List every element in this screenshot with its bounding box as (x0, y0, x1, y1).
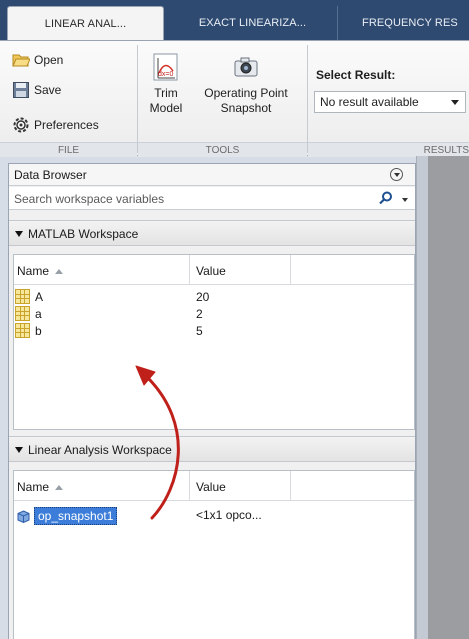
snapshot-label-line1: Operating Point (204, 86, 288, 100)
matlab-workspace-header[interactable]: MATLAB Workspace (9, 220, 415, 246)
file-section-label: FILE (0, 142, 137, 157)
trim-model-icon: dx=0 (152, 53, 180, 81)
trim-label-line2: Model (149, 101, 183, 115)
search-input[interactable]: Search workspace variables (14, 192, 164, 206)
plot-area-background (428, 156, 469, 639)
preferences-button[interactable]: Preferences (12, 116, 99, 134)
matlab-workspace-table: Name Value A 20 a 2 b 5 (13, 254, 415, 430)
panel-splitter[interactable] (416, 156, 428, 639)
column-divider[interactable] (189, 471, 190, 501)
tab-frequency-response[interactable]: FREQUENCY RES (342, 6, 469, 40)
linear-analysis-workspace-header[interactable]: Linear Analysis Workspace (9, 436, 415, 462)
open-label: Open (34, 53, 64, 67)
preferences-label: Preferences (34, 118, 99, 132)
tools-section-label: TOOLS (138, 142, 307, 157)
search-bar[interactable]: Search workspace variables (9, 187, 415, 210)
table-header: Name Value (14, 255, 414, 285)
save-label: Save (34, 83, 62, 97)
ribbon-separator (307, 45, 308, 153)
column-header-name[interactable]: Name (17, 264, 64, 278)
tab-linear-analysis[interactable]: LINEAR ANAL... (7, 6, 164, 40)
data-browser-title: Data Browser (14, 168, 87, 182)
panel-menu-icon[interactable] (390, 168, 403, 181)
column-divider[interactable] (290, 255, 291, 285)
sort-ascending-icon (55, 485, 64, 490)
gear-icon (12, 116, 30, 134)
linear-analysis-workspace-title: Linear Analysis Workspace (28, 443, 172, 457)
column-header-value[interactable]: Value (196, 480, 226, 494)
sort-ascending-icon (55, 269, 64, 274)
chevron-down-icon (451, 100, 459, 105)
search-options-chevron-icon[interactable] (402, 198, 408, 202)
trim-model-button[interactable]: dx=0 Trim Model (143, 53, 189, 116)
operating-point-snapshot-button[interactable]: Operating Point Snapshot (196, 53, 296, 116)
table-row[interactable]: b 5 (14, 322, 414, 339)
linear-analysis-workspace-table: Name Value op_snapshot1 <1x1 opco... (13, 470, 415, 639)
open-button[interactable]: Open (12, 51, 63, 69)
table-row[interactable]: op_snapshot1 <1x1 opco... (14, 506, 414, 525)
matlab-workspace-title: MATLAB Workspace (28, 227, 139, 241)
save-disk-icon (12, 81, 30, 99)
save-button[interactable]: Save (12, 81, 61, 99)
select-result-dropdown[interactable]: No result available (314, 91, 466, 113)
trim-label-line1: Trim (154, 86, 178, 100)
table-header: Name Value (14, 471, 414, 501)
table-row[interactable]: a 2 (14, 305, 414, 322)
matrix-variable-icon (15, 323, 30, 338)
toolstrip-tab-bar: LINEAR ANAL... EXACT LINEARIZA... FREQUE… (0, 0, 469, 40)
selected-variable-name[interactable]: op_snapshot1 (34, 507, 118, 525)
column-divider[interactable] (290, 471, 291, 501)
ribbon-separator (137, 45, 138, 153)
select-result-label: Select Result: (316, 68, 396, 82)
snapshot-label-line2: Snapshot (220, 101, 272, 115)
results-section-label: RESULTS (308, 142, 469, 157)
operating-point-icon (17, 509, 30, 523)
select-result-value: No result available (320, 95, 419, 109)
data-browser-panel: Data Browser Search workspace variables … (8, 163, 416, 639)
tab-exact-linearization[interactable]: EXACT LINEARIZA... (168, 6, 338, 40)
search-icon[interactable] (379, 191, 393, 205)
collapse-triangle-icon[interactable] (15, 231, 23, 237)
open-folder-icon (12, 51, 31, 69)
column-header-name[interactable]: Name (17, 480, 64, 494)
column-divider[interactable] (189, 255, 190, 285)
table-row[interactable]: A 20 (14, 288, 414, 305)
collapse-triangle-icon[interactable] (15, 447, 23, 453)
data-browser-header: Data Browser (9, 164, 415, 186)
matrix-variable-icon (15, 306, 30, 321)
camera-icon (232, 53, 260, 81)
column-header-value[interactable]: Value (196, 264, 226, 278)
matrix-variable-icon (15, 289, 30, 304)
